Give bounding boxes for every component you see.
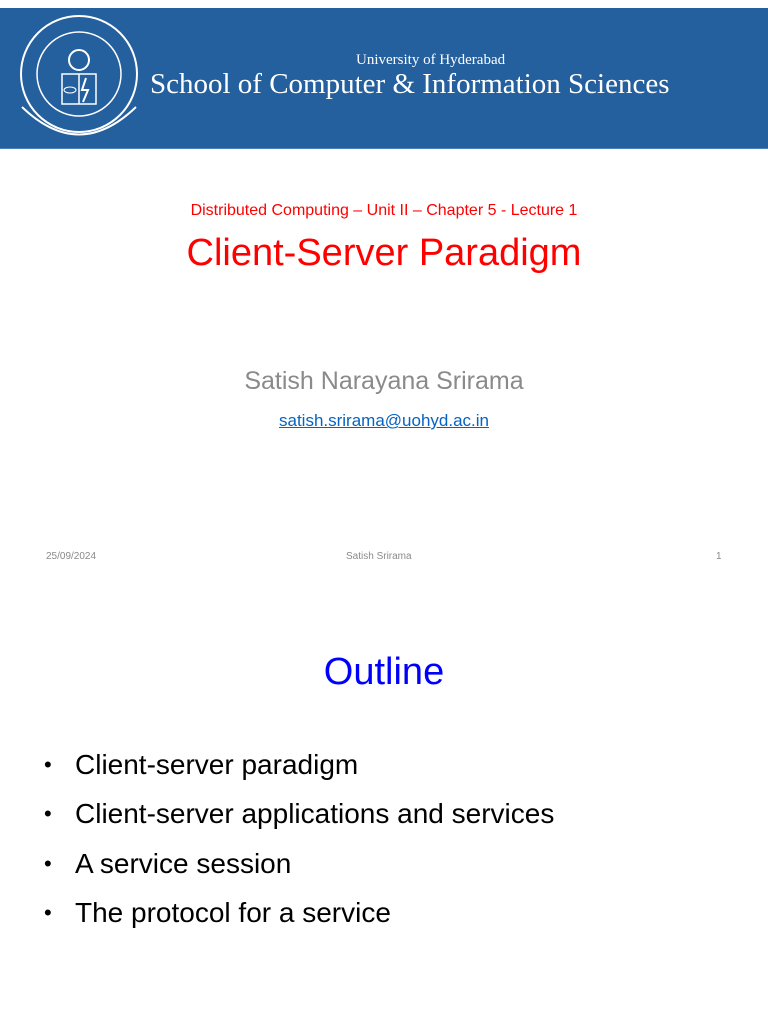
title-slide: University of Hyderabad School of Comput…	[0, 0, 768, 576]
bullet-icon: •	[44, 801, 52, 827]
author-email-link[interactable]: satish.srirama@uohyd.ac.in	[279, 411, 489, 430]
list-item-text: Client-server paradigm	[75, 748, 359, 780]
list-item: • The protocol for a service	[44, 889, 554, 939]
bullet-icon: •	[44, 850, 52, 876]
university-seal-logo	[20, 15, 138, 136]
footer-page-number: 1	[716, 551, 722, 562]
list-item: • Client-server paradigm	[44, 740, 554, 790]
footer-presenter: Satish Srirama	[346, 551, 412, 562]
list-item-text: A service session	[75, 847, 292, 879]
footer-date: 25/09/2024	[46, 551, 97, 562]
bullet-icon: •	[44, 900, 52, 926]
author-name: Satish Narayana Srirama	[244, 367, 524, 395]
school-name: School of Computer & Information Science…	[150, 68, 670, 100]
university-name: University of Hyderabad	[356, 52, 506, 68]
list-item: • A service session	[44, 839, 554, 889]
list-item-text: The protocol for a service	[75, 897, 391, 929]
bullet-icon: •	[44, 751, 52, 777]
outline-list: • Client-server paradigm • Client-server a…	[44, 740, 554, 938]
header-banner: University of Hyderabad School of Comput…	[0, 8, 768, 149]
list-item: • Client-server applications and services	[44, 790, 554, 840]
course-subtitle: Distributed Computing – Unit II – Chapte…	[190, 202, 578, 219]
outline-title: Outline	[323, 651, 445, 693]
list-item-text: Client-server applications and services	[75, 798, 555, 830]
slide-title: Client-Server Paradigm	[186, 232, 582, 274]
